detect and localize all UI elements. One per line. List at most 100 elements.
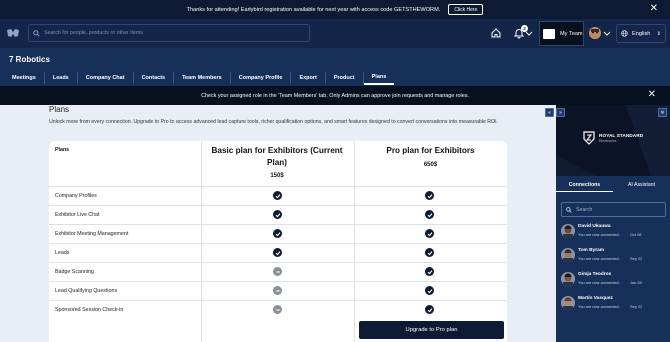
plans-description: Unlock more from every connection. Upgra… [49, 119, 498, 125]
tab-export[interactable]: Export [291, 72, 326, 84]
sidebar-close-icon[interactable]: ✕ [658, 108, 667, 117]
avatar [561, 296, 575, 310]
announcement-bar: Thanks for attending! Earlybird registra… [0, 0, 670, 19]
sponsor-banner[interactable]: ROYAL STANDARD Electronics ✕ [556, 105, 670, 176]
basic-plan-name: Basic plan for Exhibitors (Current Plan) [211, 146, 343, 167]
not-included-icon [273, 305, 282, 314]
feature-label: Exhibitor Meeting Management [55, 231, 129, 237]
feature-label: Exhibitor Live Chat [55, 212, 100, 218]
user-avatar[interactable] [589, 27, 601, 39]
contact-date: Sep 22 [630, 304, 643, 309]
tab-leads[interactable]: Leads [45, 72, 78, 84]
collapse-left-icon[interactable]: « [545, 108, 554, 117]
check-icon [425, 248, 434, 257]
table-row: Exhibitor Live Chat [49, 205, 507, 224]
page-title: Plans [49, 105, 70, 114]
profile-chevron-down-icon[interactable] [603, 27, 611, 39]
pro-plan-price: 650$ [423, 162, 438, 168]
contact-name: David Ukauwa [578, 224, 611, 229]
tab-team-members[interactable]: Team Members [174, 72, 231, 84]
company-name: 7 Robotics [9, 55, 50, 64]
contact-date: Oct 08 [630, 232, 642, 237]
tab-company-profile[interactable]: Company Profile [231, 72, 292, 84]
language-selector[interactable]: English ⇕ [616, 24, 666, 43]
check-icon [425, 305, 434, 314]
search-icon [33, 29, 40, 37]
contact-name: Martin Vasquez [578, 296, 613, 301]
feature-label: Lead Qualifying Questions [55, 288, 118, 294]
contact-item[interactable]: David Ukauwa You are now connected... Oct … [561, 223, 667, 241]
check-icon [273, 191, 282, 200]
check-icon [425, 229, 434, 238]
company-tabs: Meetings Leads Company Chat Contacts Tea… [4, 70, 395, 86]
announcement-text: Thanks for attending! Earlybird registra… [186, 6, 441, 13]
table-row: Company Profiles [49, 186, 507, 205]
home-icon[interactable] [490, 27, 502, 39]
role-info-bar: Check your assigned role in the 'Team Me… [0, 86, 670, 105]
tab-connections[interactable]: Connections [556, 178, 613, 192]
tab-company-chat[interactable]: Company Chat [78, 72, 134, 84]
plans-comparison-table: Plans Basic plan for Exhibitors (Current… [49, 141, 507, 342]
pro-plan-name: Pro plan for Exhibitors [386, 146, 475, 155]
feature-label: Sponsored Session Check-in [55, 307, 124, 313]
tab-meetings[interactable]: Meetings [4, 72, 45, 84]
globe-icon [621, 30, 628, 37]
team-logo-icon [543, 28, 555, 39]
feature-label: Leads [55, 250, 70, 256]
check-icon [425, 267, 434, 276]
feature-label: Badge Scanning [55, 269, 94, 275]
expand-icon[interactable]: » [556, 108, 565, 117]
not-included-icon [273, 286, 282, 295]
contact-name: Tom Byram [578, 248, 605, 253]
royal-standard-logo-icon [583, 131, 595, 145]
feature-label: Company Profiles [55, 193, 97, 199]
sponsor-sub: Electronics [599, 138, 617, 143]
click-here-button[interactable]: Click Here [448, 4, 484, 15]
info-close-icon[interactable]: ✕ [648, 89, 656, 101]
search-placeholder: Search for people, products or other ite… [44, 30, 143, 36]
language-label: English [632, 30, 651, 37]
contact-message: You are now connected... [578, 280, 622, 285]
app-logo-icon[interactable] [6, 28, 20, 38]
sponsor-name: ROYAL STANDARD [599, 133, 644, 139]
table-row: Badge Scanning [49, 262, 507, 281]
not-included-icon [273, 267, 282, 276]
user-avatar-image [589, 27, 601, 39]
avatar [561, 248, 575, 262]
tab-ai-assistant[interactable]: AI Assistant [613, 178, 670, 192]
avatar [561, 224, 575, 238]
check-icon [425, 191, 434, 200]
contact-item[interactable]: Martin Vasquez You are now connected... Se… [561, 295, 667, 313]
search-placeholder: Search [576, 206, 593, 213]
avatar [561, 272, 575, 286]
close-icon[interactable]: ✕ [650, 3, 658, 15]
check-icon [273, 248, 282, 257]
company-header: 7 Robotics Meetings Leads Company Chat C… [0, 48, 670, 86]
search-icon [566, 206, 572, 213]
table-row: Lead Qualifying Questions [49, 281, 507, 300]
basic-plan-price: 150$ [270, 173, 284, 179]
my-team-label: My Team [560, 30, 583, 37]
global-search-input[interactable]: Search for people, products or other ite… [28, 24, 310, 42]
connections-sidebar: ROYAL STANDARD Electronics ✕ Connections… [556, 105, 670, 342]
sidebar-toggle-group: « » [545, 108, 565, 117]
tab-contacts[interactable]: Contacts [134, 72, 175, 84]
tab-product[interactable]: Product [326, 72, 364, 84]
contact-item[interactable]: Gimja Teodros You are now connected... Jan… [561, 271, 667, 289]
table-row: Exhibitor Meeting Management [49, 224, 507, 243]
check-icon [425, 286, 434, 295]
plans-content: Plans Unlock more from every connection.… [0, 105, 556, 342]
connections-search-input[interactable]: Search [561, 202, 666, 217]
tab-plans[interactable]: Plans [363, 71, 395, 85]
contact-name: Gimja Teodros [578, 272, 612, 277]
sponsor-logo: ROYAL STANDARD Electronics [583, 131, 643, 145]
notification-badge: 2 [521, 25, 528, 32]
contact-date: Sep 22 [630, 256, 643, 261]
contact-item[interactable]: Tom Byram You are now connected... Sep 22 [561, 247, 667, 265]
sidebar-tabs: Connections AI Assistant [556, 178, 670, 192]
my-team-button[interactable]: My Team [539, 21, 584, 46]
table-row: Sponsored Session Check-in [49, 300, 507, 319]
table-row: Leads [49, 243, 507, 262]
contact-message: You are now connected... [578, 232, 622, 237]
upgrade-to-pro-button[interactable]: Upgrade to Pro plan [359, 321, 504, 339]
